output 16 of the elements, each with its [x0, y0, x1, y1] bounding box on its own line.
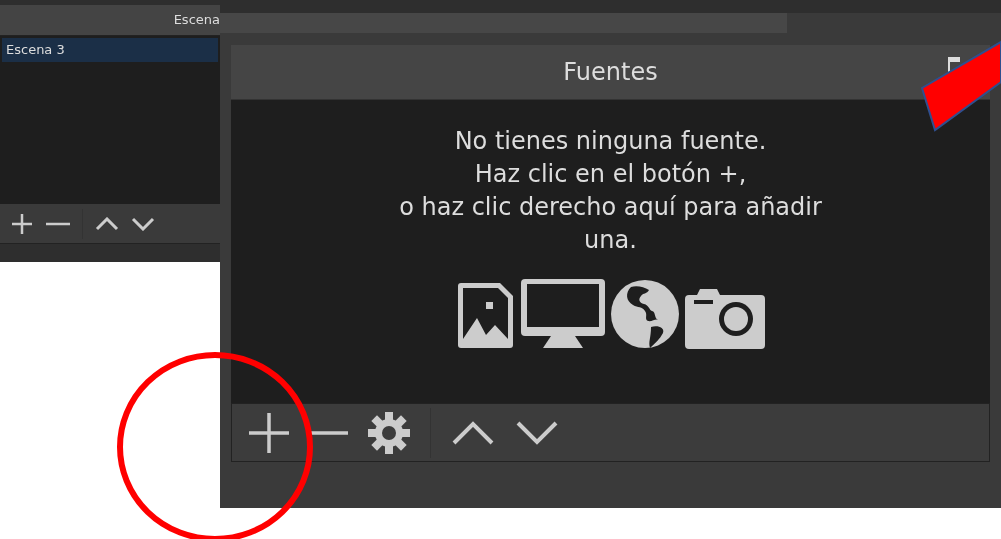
- chevron-up-icon[interactable]: [451, 419, 495, 446]
- chevron-down-icon[interactable]: [515, 419, 559, 446]
- globe-icon: [610, 279, 679, 349]
- empty-message: No tienes ninguna fuente. Haz clic en el botón +, o haz clic derecho aquí para añadir una.: [399, 126, 822, 256]
- add-icon[interactable]: [248, 411, 290, 454]
- chevron-up-icon[interactable]: [95, 216, 119, 231]
- remove-icon[interactable]: [46, 221, 70, 226]
- panel-title: Escena: [173, 11, 220, 30]
- scene-item[interactable]: Escena 3: [2, 38, 218, 62]
- remove-icon[interactable]: [310, 430, 348, 435]
- add-icon[interactable]: [10, 211, 34, 236]
- image-icon: [456, 281, 515, 349]
- chevron-down-icon[interactable]: [131, 216, 155, 231]
- settings-icon[interactable]: [368, 411, 410, 454]
- monitor-icon: [520, 279, 605, 349]
- panel-title: Fuentes: [563, 57, 658, 88]
